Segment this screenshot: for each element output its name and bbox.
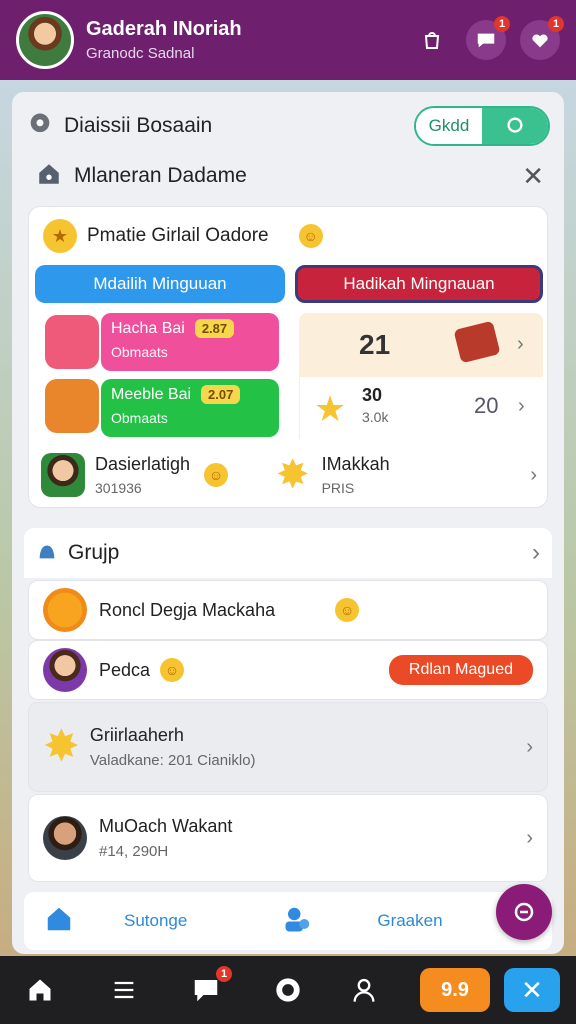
drum-icon [45,379,99,433]
pill-title: Meeble Bai [111,385,192,403]
mode-toggle[interactable]: Gkdd [414,106,550,146]
top-row: Diaissii Bosaain Gkdd [26,104,550,148]
chat-icon[interactable]: 1 [186,966,232,1010]
menu-icon[interactable] [104,970,144,1010]
home-icon [36,161,62,192]
coin-icon [43,588,87,632]
bottom-right-name: IMakkah [321,454,390,474]
pill-title: Hacha Bai [111,319,185,337]
toggle-chat-icon[interactable] [482,108,548,144]
pill-tag: 2.07 [201,385,241,404]
bottom-left-sub: 301936 [95,480,142,496]
chevron-right-icon: › [526,735,533,758]
list-item-sub: Valadkane: 201 Cianiklo) [89,752,256,769]
star-sub: 3.0k [362,409,389,425]
cat-avatar-icon [45,315,99,369]
chat-badge: 1 [494,16,510,32]
section-label: Mlaneran Dadame [74,164,247,187]
chevron-right-icon: › [526,826,533,849]
record-icon[interactable] [268,970,308,1010]
group-label: Grujp [68,541,120,564]
chat-bubble-icon [26,110,54,143]
medal-icon: ★ [43,219,77,253]
close-icon[interactable]: ✕ [522,161,544,192]
main-panel: Diaissii Bosaain Gkdd Mlaneran Dadame ✕ … [12,92,564,954]
bottom-left-name: Dasierlatigh [95,454,191,474]
list-item[interactable]: Roncl Degja Mackaha ☺ [28,580,548,640]
app-header: Gaderah INoriah Granodc Sadnal 1 1 [0,0,576,80]
tab-weekly-left[interactable]: Mdailih Minguuan [35,265,285,303]
subnav-left[interactable]: Sutonge [124,911,187,931]
sub-navigation: Sutonge Graaken [24,892,552,950]
pill-sub: Obmaats [111,410,168,426]
home-nav-icon[interactable] [44,904,74,939]
chevron-right-icon: › [532,539,540,566]
reward-pill-pink[interactable]: Hacha Bai 2.87 Obmaats [101,313,279,371]
reward-box-star[interactable]: ★ 30 3.0k 20 › [299,377,543,439]
chevron-right-icon: › [530,463,537,486]
gift-icon [453,320,501,364]
subnav-right[interactable]: Graaken [377,911,442,931]
star-value-b: 20 [474,393,499,418]
people-icon[interactable] [283,904,313,939]
pill-tag: 2.87 [194,319,235,338]
action-button[interactable]: Rdlan Magued [388,655,533,685]
list-item-name: Roncl Degja Mackaha [99,599,276,620]
close-button[interactable]: ✕ [504,968,560,1012]
bottom-right-sub: PRIS [321,480,355,496]
user-avatar [41,453,85,497]
top-row-label: Diaissii Bosaain [64,114,213,137]
toggle-label[interactable]: Gkdd [416,108,482,144]
list-item[interactable]: MuOach Wakant #14, 290H › [28,794,548,882]
list-item[interactable]: Pedca ☺ Rdlan Magued [28,640,548,700]
list-item-name: Pedca [99,659,151,680]
list-item-name: Griirlaaherh [89,725,184,745]
header-title: Gaderah INoriah [86,18,242,40]
chevron-right-icon: › [518,395,525,417]
card-title: Pmatie Girlail Oadore [87,225,269,246]
reward-value: 21 [359,329,391,360]
card-bottom-row[interactable]: Dasierlatigh 301936 ☺ ✸ IMakkah PRIS › [29,443,549,507]
score-button[interactable]: 9.9 [420,968,490,1012]
heart-chat-icon[interactable]: 1 [520,16,564,60]
smile-icon: ☺ [160,658,185,682]
user-avatar [43,816,87,860]
profile-icon[interactable] [344,970,384,1010]
floating-action-button[interactable] [496,884,552,940]
home-icon[interactable] [20,970,60,1010]
profile-avatar[interactable] [16,11,74,69]
star-badge-icon: ✸ [43,722,80,771]
list-item-name: MuOach Wakant [99,816,233,836]
tab-weekly-right[interactable]: Hadikah Mingnauan [295,265,543,303]
chat-icon[interactable]: 1 [466,16,510,60]
reward-pill-green[interactable]: Meeble Bai 2.07 Obmaats [101,379,279,437]
heart-badge: 1 [548,16,564,32]
section-row: Mlaneran Dadame ✕ [36,156,544,196]
header-subtitle: Granodc Sadnal [86,45,195,62]
smile-icon: ☺ [298,224,323,248]
list-item-sub: #14, 290H [99,843,169,860]
chat-badge: 1 [216,966,232,982]
list-item[interactable]: ✸ Griirlaaherh Valadkane: 201 Cianiklo) … [28,702,548,792]
group-header[interactable]: Grujp › [24,528,552,578]
star-icon: ★ [314,388,347,429]
user-avatar [43,648,87,692]
reward-box-gift[interactable]: 21 › [299,313,543,377]
smile-icon: ☺ [335,598,360,622]
bag-icon[interactable] [412,20,452,60]
smile-icon: ☺ [204,463,229,487]
group-icon [36,540,58,567]
rewards-card: ★ Pmatie Girlail Oadore ☺ Mdailih Minguu… [28,206,548,508]
pill-sub: Obmaats [111,344,168,360]
star-badge-icon: ✸ [276,453,310,497]
chevron-right-icon: › [517,333,524,355]
star-value: 30 [362,385,383,405]
bottom-navigation: 1 9.9 ✕ [0,956,576,1024]
